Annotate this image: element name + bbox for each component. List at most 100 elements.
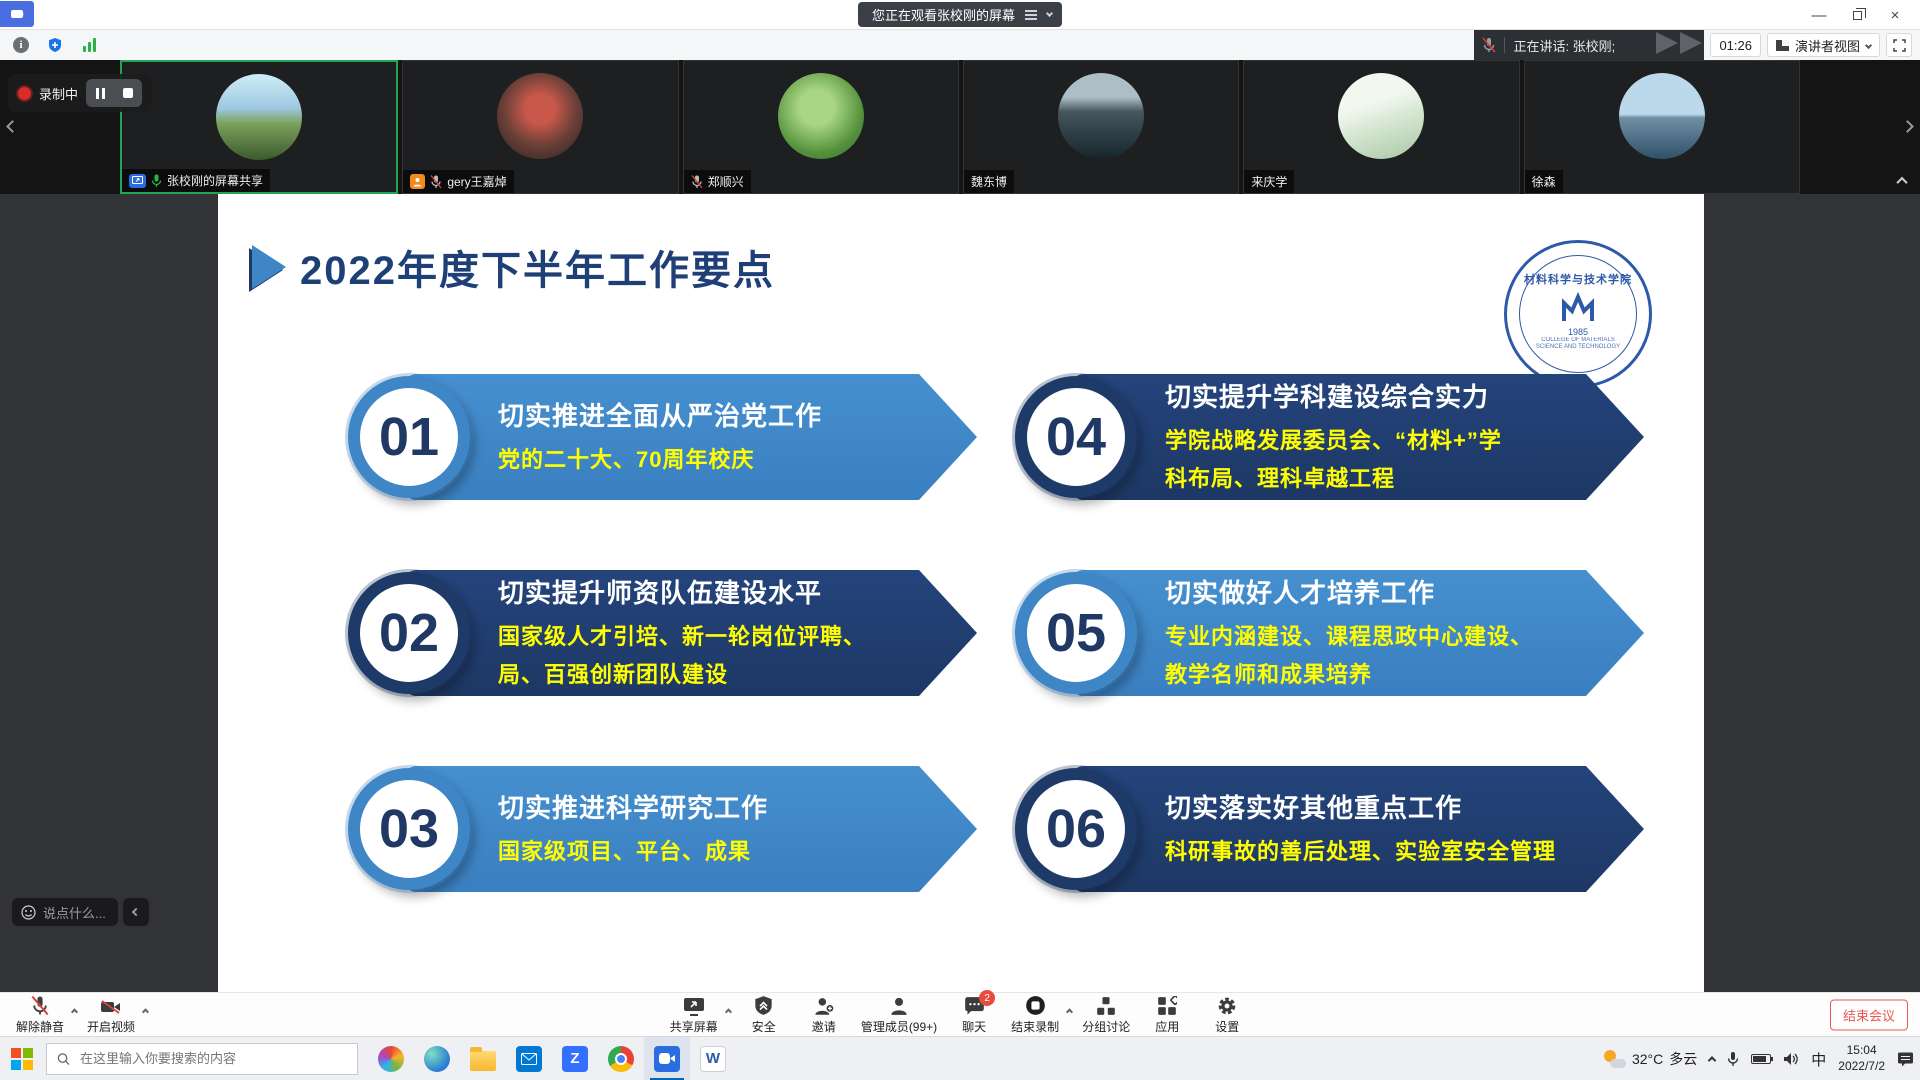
participant-tile[interactable]: 徐森 — [1524, 60, 1800, 194]
avatar — [778, 73, 864, 159]
item-sub: 专业内涵建设、课程思政中心建设、 — [1165, 618, 1574, 656]
title-triangle-icon — [252, 245, 286, 289]
pause-recording-button[interactable] — [86, 79, 114, 107]
avatar — [1338, 73, 1424, 159]
share-options-chevron[interactable] — [726, 1000, 731, 1018]
participant-tile[interactable]: 魏东博 — [963, 60, 1239, 194]
breakout-rooms-button[interactable]: 分组讨论 — [1076, 992, 1136, 1037]
quick-chat-collapse-button[interactable] — [123, 898, 149, 926]
window-controls: — × — [1800, 0, 1914, 30]
item-title: 切实提升师资队伍建设水平 — [498, 573, 907, 610]
start-video-button[interactable]: 开启视频 — [81, 992, 141, 1037]
menu-icon[interactable] — [1025, 10, 1037, 20]
settings-button[interactable]: 设置 — [1198, 992, 1256, 1037]
camera-options-chevron[interactable] — [143, 1000, 148, 1018]
strip-next-button[interactable] — [1903, 118, 1912, 136]
fullscreen-button[interactable] — [1886, 33, 1912, 57]
taskbar-app-chrome[interactable] — [598, 1037, 644, 1080]
taskbar-app-edge[interactable] — [414, 1037, 460, 1080]
share-screen-button[interactable]: 共享屏幕 — [664, 992, 724, 1037]
taskbar-app-wps[interactable]: W — [690, 1037, 736, 1080]
watching-banner[interactable]: 您正在观看张校刚的屏幕 — [858, 2, 1062, 27]
close-button[interactable]: × — [1876, 1, 1914, 29]
work-item-06: 切实落实好其他重点工作 科研事故的善后处理、实验室安全管理 06 — [1015, 766, 1644, 892]
participant-name-tag: 张校刚的屏幕共享 — [122, 169, 270, 192]
weather-widget[interactable]: 32°C 多云 — [1604, 1049, 1697, 1069]
end-recording-button[interactable]: 结束录制 — [1005, 992, 1065, 1037]
restore-icon — [1853, 11, 1862, 20]
taskbar-app-explorer[interactable] — [460, 1037, 506, 1080]
taskbar-search[interactable] — [46, 1043, 358, 1075]
breakout-squares-icon — [1096, 994, 1116, 1016]
taskbar-clock[interactable]: 15:04 2022/7/2 — [1838, 1043, 1885, 1074]
participant-tile[interactable]: 张校刚的屏幕共享 — [120, 60, 398, 194]
invite-button[interactable]: 邀请 — [795, 992, 853, 1037]
apps-grid-icon — [1157, 994, 1177, 1016]
shield-plus-icon — [47, 37, 63, 53]
slide-title: 2022年度下半年工作要点 — [300, 238, 775, 296]
school-logo: 材料科学与技术学院 1985 COLLEGE OF MATERIALS SCIE… — [1504, 240, 1652, 388]
video-strip: 录制中 张校刚的屏幕共享 — [0, 60, 1920, 194]
ime-indicator[interactable]: 中 — [1811, 1049, 1826, 1070]
item-title: 切实推进科学研究工作 — [498, 788, 907, 825]
participant-tile[interactable]: 郑顺兴 — [683, 60, 959, 194]
participant-name: 张校刚的屏幕共享 — [167, 172, 263, 189]
avatar — [497, 73, 583, 159]
taskbar-app-photos[interactable] — [368, 1037, 414, 1080]
meeting-toolbar: 解除静音 开启视频 共享屏幕 安全 邀请 — [0, 992, 1920, 1036]
meeting-info-button[interactable]: i — [8, 34, 34, 56]
security-button[interactable]: 安全 — [735, 992, 793, 1037]
smiley-icon — [21, 905, 36, 920]
action-center-icon[interactable] — [1897, 1052, 1914, 1067]
participant-tile[interactable]: 来庆学 — [1243, 60, 1519, 194]
clock-time: 15:04 — [1838, 1043, 1885, 1059]
search-icon — [57, 1052, 70, 1066]
quick-chat-input[interactable]: 说点什么... — [12, 898, 118, 926]
stop-record-icon — [1025, 994, 1046, 1016]
wps-icon: W — [700, 1046, 726, 1072]
avatar — [1619, 73, 1705, 159]
fullscreen-icon — [1893, 39, 1906, 52]
windows-logo-icon — [11, 1048, 33, 1070]
taskbar-app-mail[interactable] — [506, 1037, 552, 1080]
app-icon — [0, 1, 34, 27]
unmute-button[interactable]: 解除静音 — [10, 992, 70, 1037]
apps-button[interactable]: 应用 — [1138, 992, 1196, 1037]
end-meeting-button[interactable]: 结束会议 — [1830, 999, 1908, 1030]
minimize-button[interactable]: — — [1800, 1, 1838, 29]
battery-icon[interactable] — [1751, 1054, 1771, 1064]
security-shield-button[interactable] — [42, 34, 68, 56]
tray-mic-icon[interactable] — [1727, 1051, 1739, 1067]
network-signal-button[interactable] — [76, 34, 102, 56]
stop-icon — [123, 88, 133, 98]
meeting-app-icon — [654, 1046, 680, 1072]
search-input[interactable] — [78, 1050, 347, 1067]
start-button[interactable] — [0, 1037, 44, 1080]
manage-members-button[interactable]: 管理成员(99+) — [855, 992, 943, 1037]
view-mode-button[interactable]: 演讲者视图 — [1767, 33, 1880, 57]
item-number: 03 — [348, 768, 470, 890]
work-item-05: 切实做好人才培养工作 专业内涵建设、课程思政中心建设、教学名师和成果培养 05 — [1015, 570, 1644, 696]
taskbar-app-z[interactable]: Z — [552, 1037, 598, 1080]
status-bar: i 正在讲话: 张校刚; 01:26 演讲者视图 — [0, 30, 1920, 60]
strip-prev-button[interactable] — [8, 118, 17, 136]
decor-arrows-icon — [1656, 32, 1702, 54]
restore-button[interactable] — [1838, 1, 1876, 29]
signal-bars-icon — [83, 38, 96, 52]
mic-options-chevron[interactable] — [72, 1000, 77, 1018]
chevron-down-icon — [1046, 10, 1053, 17]
item-number: 02 — [348, 572, 470, 694]
strip-collapse-button[interactable] — [1898, 172, 1906, 190]
stop-recording-button[interactable] — [114, 79, 142, 107]
volume-icon[interactable] — [1783, 1052, 1799, 1066]
work-items-grid: 切实推进全面从严治党工作 党的二十大、70周年校庆 01 切实提升学科建设综合实… — [348, 374, 1644, 892]
participant-tile[interactable]: gery王嘉焯 — [402, 60, 678, 194]
item-sub: 国家级人才引培、新一轮岗位评聘、 — [498, 618, 907, 656]
chat-button[interactable]: 2 聊天 — [945, 992, 1003, 1037]
windows-taskbar: Z W 32°C 多云 中 15:04 2022/7/2 — [0, 1036, 1920, 1080]
taskbar-app-meeting[interactable] — [644, 1037, 690, 1080]
record-options-chevron[interactable] — [1067, 1000, 1072, 1018]
participant-name-tag: 徐森 — [1525, 170, 1563, 193]
folder-icon — [470, 1051, 496, 1071]
hidden-icons-chevron[interactable] — [1709, 1056, 1715, 1062]
